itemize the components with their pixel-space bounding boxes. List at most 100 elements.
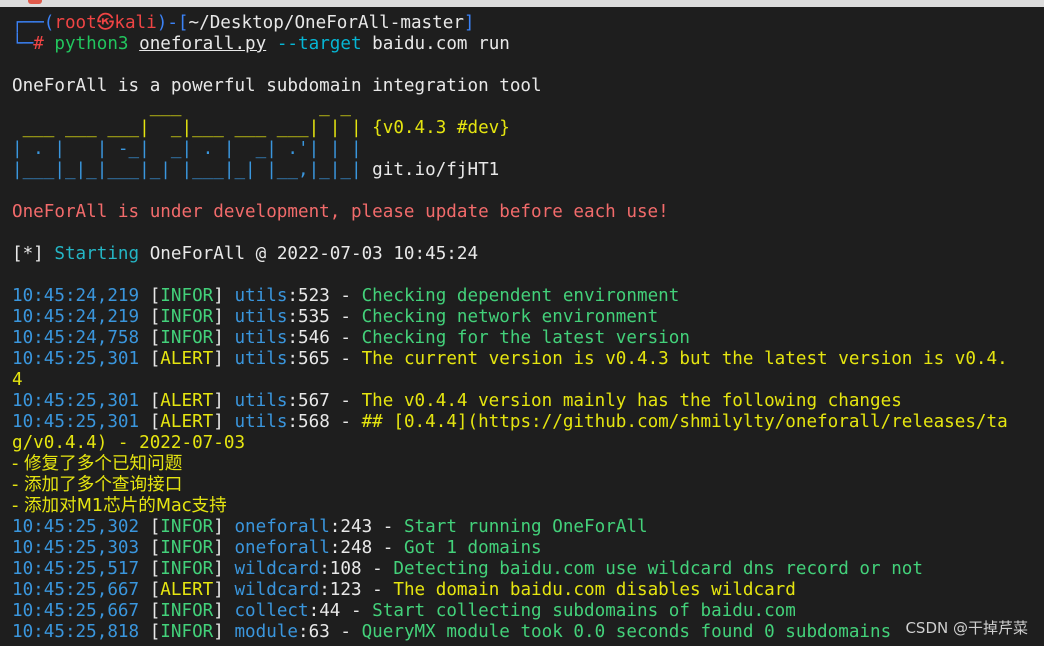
log-line: 10:45:25,818 [INFOR] module:63 - QueryMX… xyxy=(12,622,892,642)
prompt-at-symbol: ㉿ xyxy=(96,13,115,33)
log-level: ALERT xyxy=(160,391,214,411)
log-time: 10:45:25,667 xyxy=(12,601,140,621)
log-level: ALERT xyxy=(160,580,214,600)
log-time: 10:45:25,667 xyxy=(12,580,140,600)
starting-word: Starting xyxy=(54,244,140,264)
starting-rest: OneForAll @ 2022-07-03 10:45:24 xyxy=(139,244,479,264)
banner-art-line-2: ___ ___ ___| _|___ ___ ___| | | xyxy=(12,118,362,138)
log-time: 10:45:24,758 xyxy=(12,328,140,348)
prompt-hash: # xyxy=(33,34,44,54)
log-lineno: 123 xyxy=(329,580,362,600)
banner-row-2: ___ ___ ___| _|___ ___ ___| | | {v0.4.3 … xyxy=(12,118,510,139)
log-module: utils xyxy=(234,412,288,432)
log-line: 10:45:24,219 [INFOR] utils:535 - Checkin… xyxy=(12,307,659,327)
log-message: Got 1 domains xyxy=(403,538,542,558)
log-message: Checking network environment xyxy=(361,307,659,327)
log-line: 10:45:25,302 [INFOR] oneforall:243 - Sta… xyxy=(12,517,648,537)
log-level: INFOR xyxy=(160,286,214,306)
log-time: 10:45:25,303 xyxy=(12,538,140,558)
csdn-watermark: CSDN @干掉芹菜 xyxy=(905,619,1028,637)
log-time: 10:45:25,301 xyxy=(12,391,140,411)
log-time: 10:45:25,302 xyxy=(12,517,140,537)
log-module: wildcard xyxy=(234,559,320,579)
log-lineno: 535 xyxy=(298,307,330,327)
log-lineno: 568 xyxy=(298,412,330,432)
tab-indicator[interactable] xyxy=(28,0,42,4)
log-time: 10:45:24,219 xyxy=(12,286,140,306)
prompt-user: root xyxy=(54,13,97,33)
prompt-line-1: ┌──(root㉿kali)-[~/Desktop/OneForAll-mast… xyxy=(12,13,475,34)
log-level: INFOR xyxy=(160,559,214,579)
starting-prefix: [*] xyxy=(12,244,55,264)
log-message: Start collecting subdomains of baidu.com xyxy=(372,601,796,621)
log-line: 10:45:24,219 [INFOR] utils:523 - Checkin… xyxy=(12,286,680,306)
command-arg: baidu.com run xyxy=(372,34,510,54)
change-item: - 添加了多个查询接口 xyxy=(12,475,183,495)
log-message: ## [0.4.4](https://github.com/shmilylty/… xyxy=(361,412,1008,432)
log-message: QueryMX module took 0.0 seconds found 0 … xyxy=(361,622,892,642)
command-python: python3 xyxy=(54,34,129,54)
banner-art-line-3: | . | | -_| _| . | _| .'| | | xyxy=(12,139,362,159)
log-message: Start running OneForAll xyxy=(403,517,648,537)
log-message: The domain baidu.com disables wildcard xyxy=(393,580,796,600)
log-lineno: 63 xyxy=(308,622,330,642)
prompt-host: kali xyxy=(114,13,157,33)
log-lineno: 546 xyxy=(298,328,330,348)
log-module: utils xyxy=(234,349,288,369)
change-item: - 修复了多个已知问题 xyxy=(12,454,183,474)
log-module: utils xyxy=(234,328,288,348)
log-level: INFOR xyxy=(160,538,214,558)
log-lineno: 243 xyxy=(340,517,373,537)
prompt-line-2: └─# python3 oneforall.py --target baidu.… xyxy=(12,34,510,55)
log-lineno: 44 xyxy=(319,601,341,621)
command-flag: --target xyxy=(276,34,362,54)
intro-text: OneForAll is a powerful subdomain integr… xyxy=(12,76,542,96)
warning-text: OneForAll is under development, please u… xyxy=(12,202,669,222)
banner-art-line-4: |___|_|_|___|_| |___|_| |__,|_|_| xyxy=(12,160,362,180)
log-lineno: 108 xyxy=(329,559,362,579)
prompt-box-open: ┌──( xyxy=(12,13,55,33)
log-wrap: g/v0.4.4) - 2022-07-03 xyxy=(12,433,246,453)
prompt-path: ~/Desktop/OneForAll-master xyxy=(188,13,464,33)
log-lineno: 248 xyxy=(340,538,373,558)
log-line: 10:45:25,303 [INFOR] oneforall:248 - Got… xyxy=(12,538,542,558)
log-line: 10:45:25,667 [INFOR] collect:44 - Start … xyxy=(12,601,796,621)
log-module: module xyxy=(234,622,299,642)
log-time: 10:45:24,219 xyxy=(12,307,140,327)
log-line: 10:45:25,667 [ALERT] wildcard:123 - The … xyxy=(12,580,796,600)
log-module: wildcard xyxy=(234,580,320,600)
log-lineno: 565 xyxy=(298,349,330,369)
change-item: - 添加对M1芯片的Mac支持 xyxy=(12,496,227,516)
log-level: ALERT xyxy=(160,412,214,432)
log-module: utils xyxy=(234,307,288,327)
log-time: 10:45:25,818 xyxy=(12,622,140,642)
log-line: 10:45:24,758 [INFOR] utils:546 - Checkin… xyxy=(12,328,690,348)
log-level: INFOR xyxy=(160,622,214,642)
log-module: oneforall xyxy=(234,538,330,558)
log-message: Checking for the latest version xyxy=(361,328,690,348)
log-level: INFOR xyxy=(160,328,214,348)
starting-line: [*] Starting OneForAll @ 2022-07-03 10:4… xyxy=(12,244,478,265)
prompt-mid: )-[ xyxy=(156,13,189,33)
log-level: INFOR xyxy=(160,307,214,327)
log-lineno: 523 xyxy=(298,286,330,306)
prompt-close: ] xyxy=(463,13,475,33)
log-message: The v0.4.4 version mainly has the follow… xyxy=(361,391,902,411)
log-line: 10:45:25,301 [ALERT] utils:565 - The cur… xyxy=(12,349,1008,369)
log-line: 10:45:25,517 [INFOR] wildcard:108 - Dete… xyxy=(12,559,923,579)
log-wrap: 4 xyxy=(12,370,23,390)
log-module: utils xyxy=(234,391,288,411)
browser-tab-strip xyxy=(0,0,1044,7)
log-message: Checking dependent environment xyxy=(361,286,680,306)
log-module: oneforall xyxy=(234,517,330,537)
log-lineno: 567 xyxy=(298,391,330,411)
log-time: 10:45:25,517 xyxy=(12,559,140,579)
log-line: 10:45:25,301 [ALERT] utils:568 - ## [0.4… xyxy=(12,412,1008,432)
prompt-box-close: └─ xyxy=(12,34,34,54)
log-time: 10:45:25,301 xyxy=(12,349,140,369)
log-module: utils xyxy=(234,286,288,306)
banner-row-4: |___|_|_|___|_| |___|_| |__,|_|_| git.io… xyxy=(12,160,499,181)
terminal-window[interactable]: ┌──(root㉿kali)-[~/Desktop/OneForAll-mast… xyxy=(0,7,1044,646)
log-message: Detecting baidu.com use wildcard dns rec… xyxy=(393,559,923,579)
log-message: The current version is v0.4.3 but the la… xyxy=(361,349,1008,369)
